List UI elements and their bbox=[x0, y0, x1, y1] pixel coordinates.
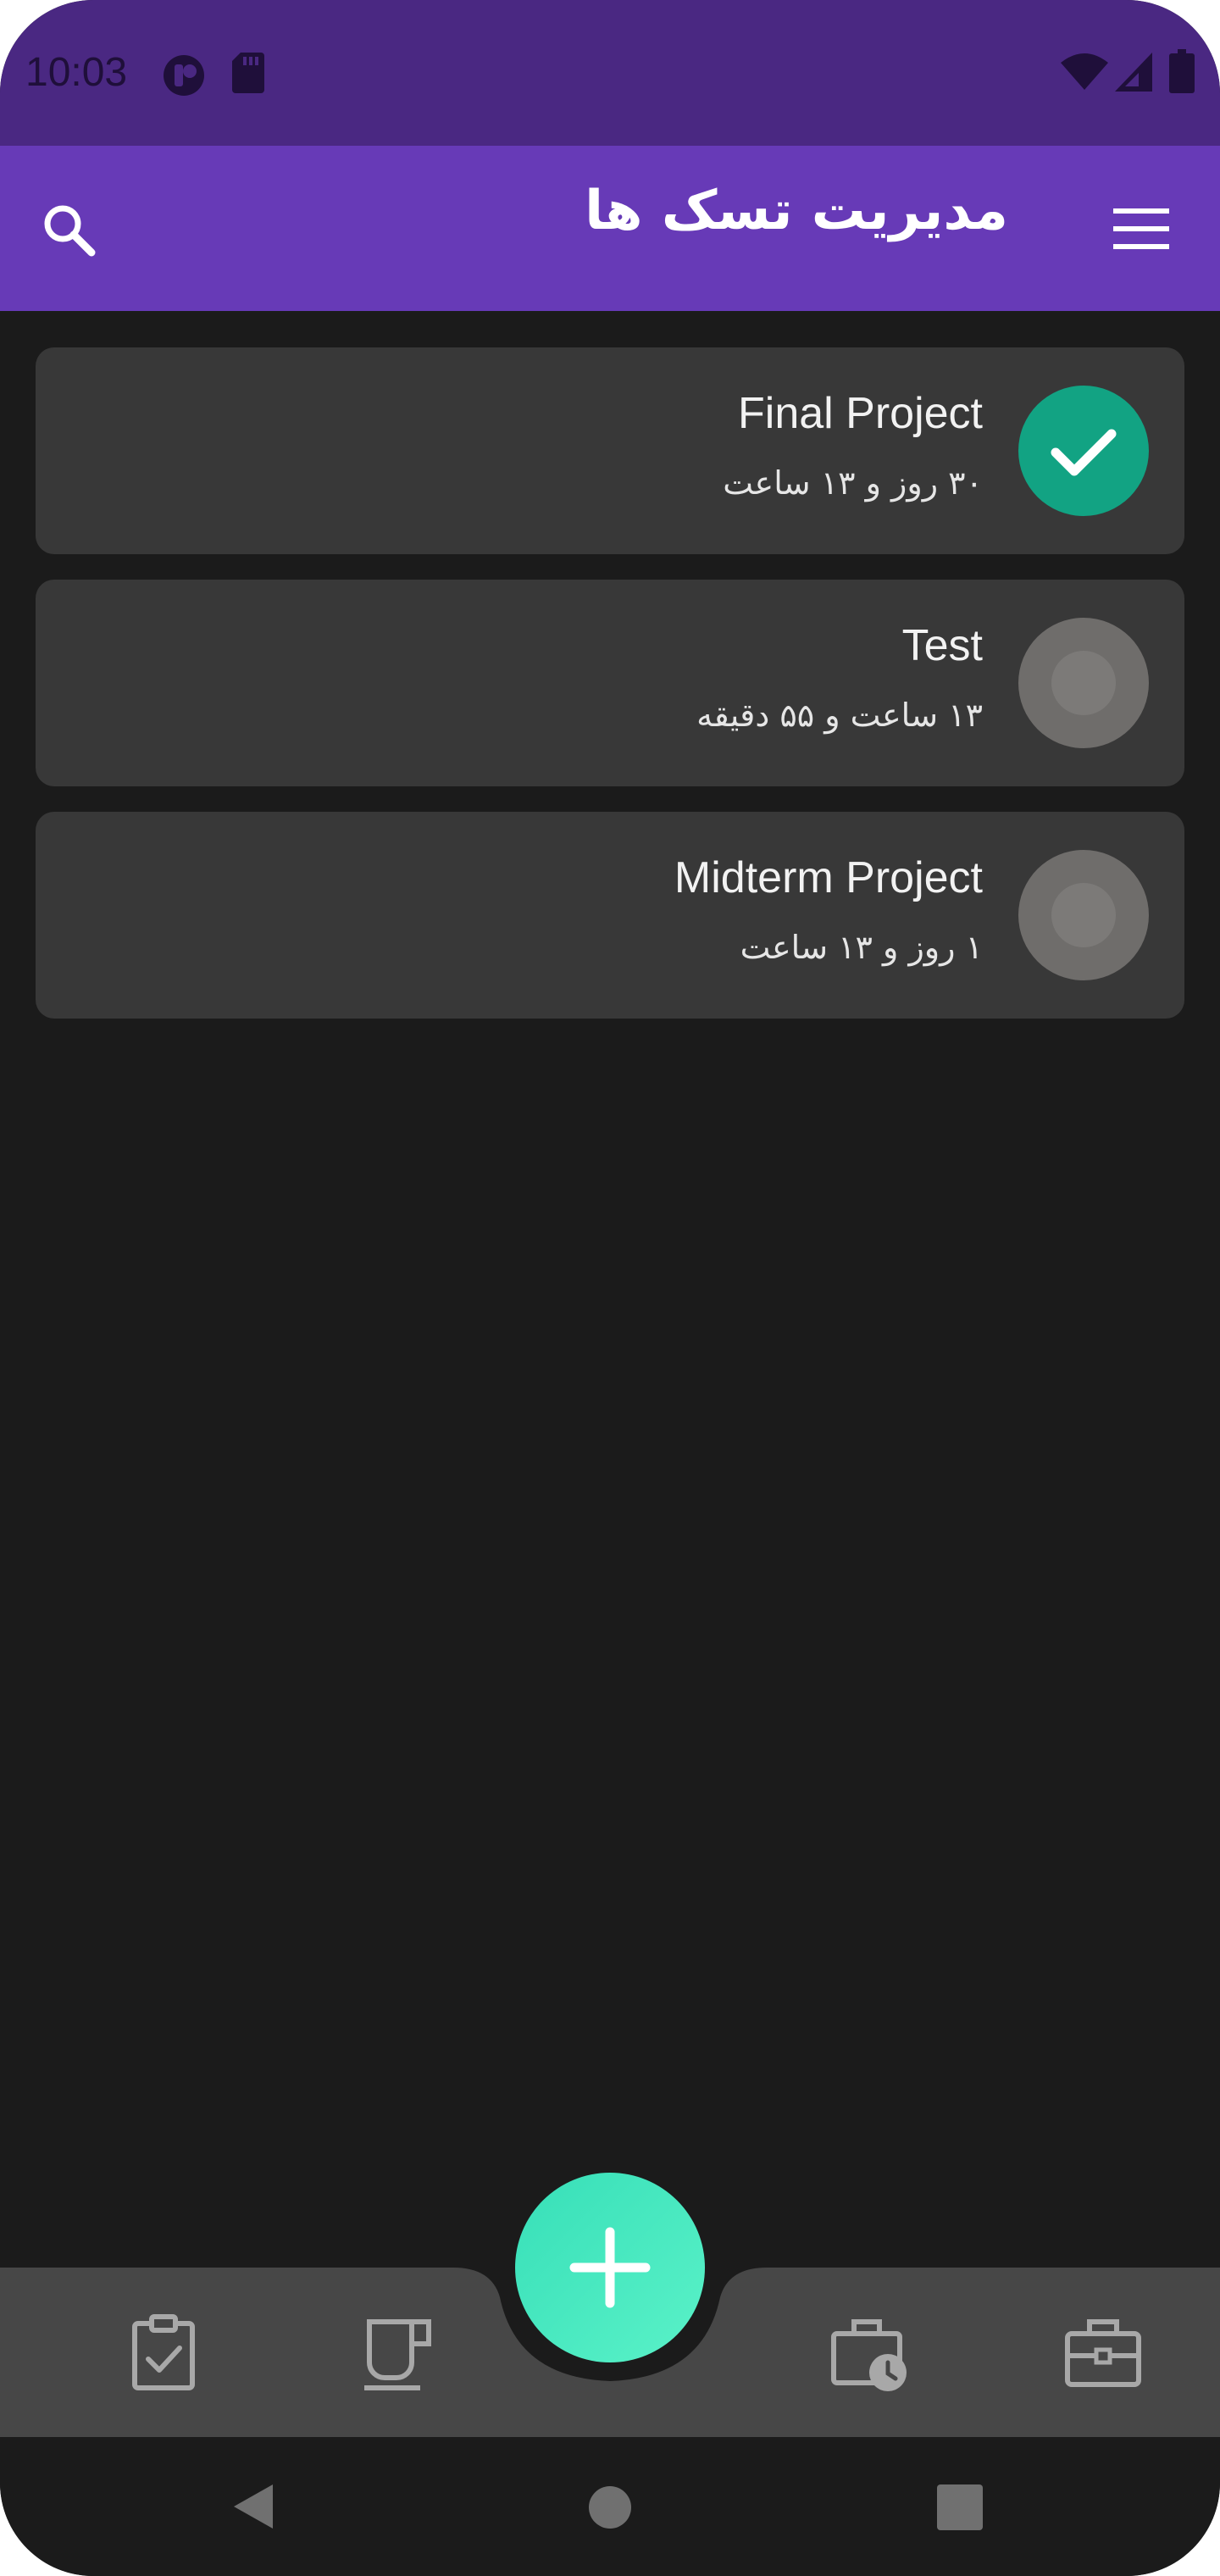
phone-screen: 10:03 مدیریت تسک ها Final Project ۳۰ روز… bbox=[0, 0, 1220, 2576]
task-complete-toggle[interactable] bbox=[1018, 618, 1149, 748]
task-remaining-time: ۱۳ ساعت و ۵۵ دقیقه bbox=[696, 697, 983, 734]
recents-icon[interactable] bbox=[937, 2484, 983, 2530]
app-notification-icon bbox=[161, 53, 207, 98]
cell-signal-icon bbox=[1115, 53, 1152, 92]
task-complete-toggle[interactable] bbox=[1018, 386, 1149, 516]
task-title: Final Project bbox=[738, 389, 983, 438]
search-button[interactable] bbox=[37, 198, 102, 263]
app-bar: مدیریت تسک ها bbox=[0, 146, 1220, 311]
task-title: Test bbox=[901, 621, 983, 670]
battery-icon bbox=[1169, 49, 1195, 93]
task-card[interactable]: Midterm Project ۱ روز و ۱۳ ساعت bbox=[36, 812, 1184, 1019]
wifi-icon bbox=[1061, 53, 1108, 90]
coffee-cup-icon bbox=[356, 2319, 441, 2398]
task-card[interactable]: Final Project ۳۰ روز و ۱۳ ساعت bbox=[36, 347, 1184, 554]
status-bar: 10:03 bbox=[0, 0, 1220, 146]
nav-break[interactable] bbox=[356, 2310, 441, 2395]
task-remaining-time: ۳۰ روز و ۱۳ ساعت bbox=[723, 464, 983, 502]
page-title: مدیریت تسک ها bbox=[585, 180, 1008, 242]
unchecked-circle-icon bbox=[1051, 651, 1116, 715]
hamburger-menu-icon bbox=[1113, 208, 1169, 256]
task-card[interactable]: Test ۱۳ ساعت و ۵۵ دقیقه bbox=[36, 580, 1184, 786]
briefcase-clock-icon bbox=[827, 2319, 912, 2398]
task-clipboard-icon bbox=[121, 2314, 206, 2398]
add-task-button[interactable] bbox=[515, 2173, 705, 2362]
task-remaining-time: ۱ روز و ۱۳ ساعت bbox=[740, 929, 983, 966]
sd-card-icon bbox=[232, 53, 264, 93]
unchecked-circle-icon bbox=[1051, 883, 1116, 947]
nav-deadlines[interactable] bbox=[827, 2310, 912, 2395]
nav-tasks[interactable] bbox=[121, 2310, 206, 2395]
status-time: 10:03 bbox=[25, 50, 128, 95]
briefcase-icon bbox=[1061, 2319, 1145, 2398]
search-icon bbox=[37, 205, 102, 266]
home-icon[interactable] bbox=[587, 2484, 633, 2530]
task-complete-toggle[interactable] bbox=[1018, 850, 1149, 980]
task-title: Midterm Project bbox=[674, 853, 983, 902]
back-icon[interactable] bbox=[229, 2481, 280, 2532]
menu-button[interactable] bbox=[1113, 205, 1169, 253]
task-list: Final Project ۳۰ روز و ۱۳ ساعت Test ۱۳ س… bbox=[36, 347, 1184, 1044]
nav-work[interactable] bbox=[1061, 2310, 1145, 2395]
system-navigation-bar bbox=[0, 2437, 1220, 2576]
